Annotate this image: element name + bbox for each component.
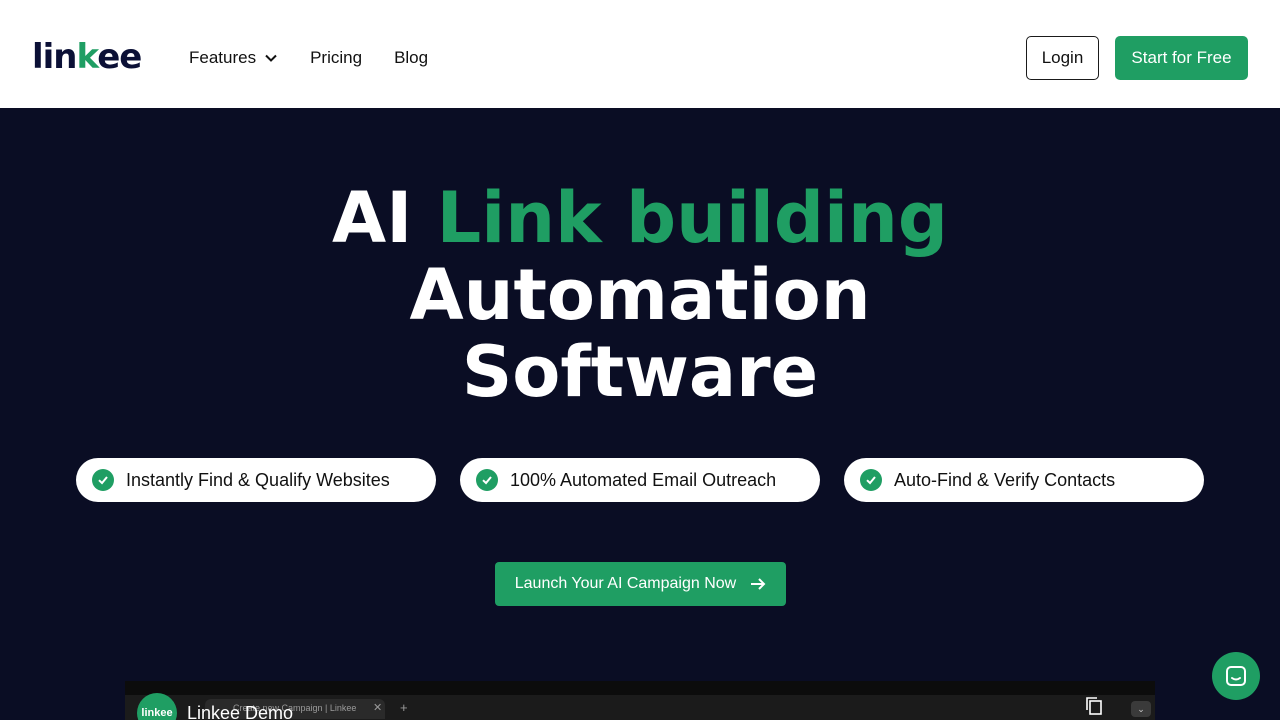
chevron-down-icon (265, 54, 277, 62)
video-browser-strip (125, 681, 1155, 695)
hero-title: AI Link building Automation Software (0, 180, 1280, 411)
feature-pills: Instantly Find & Qualify Websites 100% A… (76, 458, 1204, 502)
chevron-down-icon[interactable]: ⌄ (1131, 701, 1151, 717)
nav-blog-label: Blog (394, 48, 429, 67)
nav-item-pricing[interactable]: Pricing (310, 46, 362, 70)
logo-text-prefix: lin (32, 37, 78, 77)
feature-label: 100% Automated Email Outreach (510, 469, 777, 490)
site-header: linkee Features Pricing Blog Login Start… (0, 0, 1280, 108)
video-channel-avatar[interactable]: linkee (137, 693, 177, 720)
hero-title-line3: Software (461, 331, 819, 413)
feature-pill: 100% Automated Email Outreach (460, 458, 820, 502)
logo-text-k: k (76, 37, 99, 77)
check-icon (92, 469, 114, 491)
arrow-right-icon (751, 578, 766, 590)
launch-campaign-label: Launch Your AI Campaign Now (514, 575, 737, 592)
hero-title-ai: AI (332, 177, 413, 259)
chat-launcher-button[interactable] (1212, 652, 1260, 700)
login-button[interactable]: Login (1026, 36, 1099, 80)
hero-title-highlight: Link building (436, 177, 948, 259)
feature-label: Auto-Find & Verify Contacts (894, 469, 1116, 490)
feature-pill: Instantly Find & Qualify Websites (76, 458, 436, 502)
demo-video-embed[interactable]: Create new Campaign | Linkee ✕ + linkee … (125, 681, 1155, 720)
video-tab-close-icon: ✕ (373, 702, 383, 714)
nav-item-features[interactable]: Features (189, 46, 278, 70)
copy-icon[interactable] (1083, 695, 1105, 717)
nav-pricing-label: Pricing (310, 48, 363, 67)
feature-label: Instantly Find & Qualify Websites (126, 469, 390, 490)
launch-campaign-button[interactable]: Launch Your AI Campaign Now (495, 562, 786, 606)
logo-text-suffix: ee (97, 37, 142, 77)
linkee-logo[interactable]: linkee (32, 37, 142, 77)
chat-icon (1226, 666, 1246, 686)
check-icon (860, 469, 882, 491)
video-title[interactable]: Linkee Demo (187, 703, 293, 720)
nav-features-label: Features (189, 48, 257, 67)
check-icon (476, 469, 498, 491)
start-for-free-button[interactable]: Start for Free (1115, 36, 1248, 80)
feature-pill: Auto-Find & Verify Contacts (844, 458, 1204, 502)
hero-title-line2: Automation (409, 254, 871, 336)
main-nav: Features Pricing Blog (189, 46, 428, 70)
nav-item-blog[interactable]: Blog (394, 46, 428, 70)
video-tab-add-icon: + (400, 700, 408, 715)
